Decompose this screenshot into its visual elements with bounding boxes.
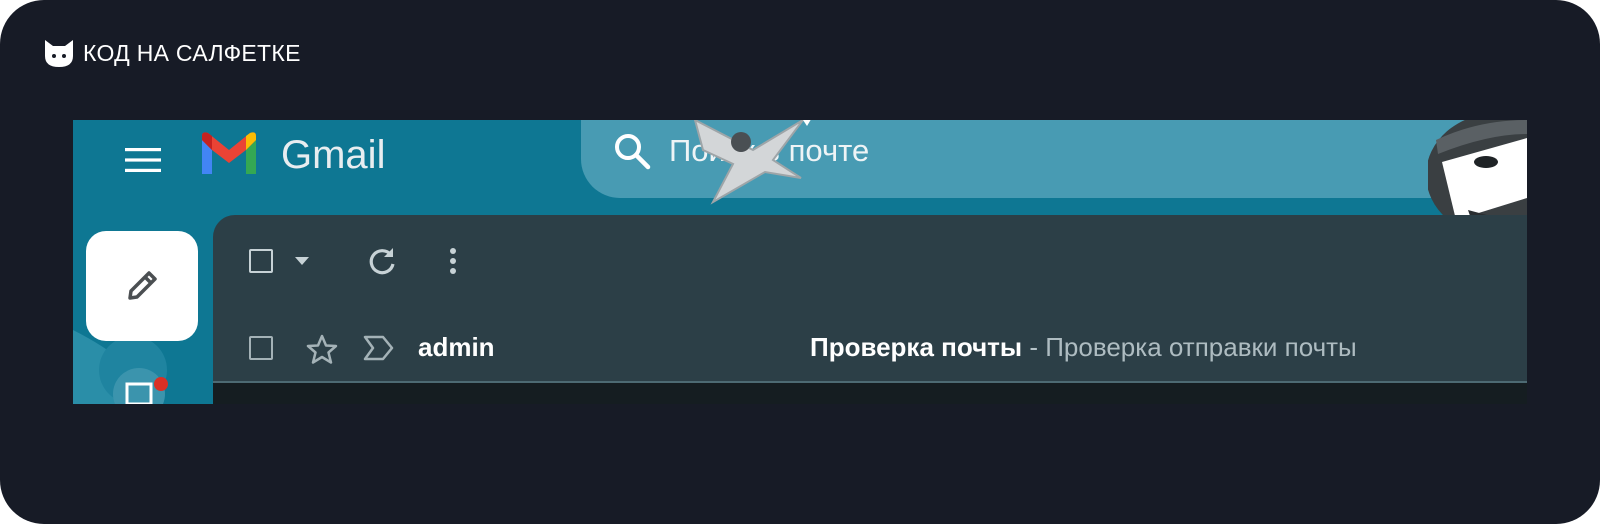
pencil-icon	[128, 271, 157, 300]
gmail-logo-icon[interactable]	[198, 130, 260, 178]
message-subject: Проверка почты	[810, 332, 1023, 362]
cat-icon	[45, 40, 73, 67]
gmail-screenshot: Gmail Поиск в почте	[73, 120, 1527, 404]
theme-cross-decoration	[693, 120, 811, 205]
main-menu-button[interactable]	[123, 140, 163, 180]
caret-down-icon[interactable]	[294, 256, 310, 266]
message-summary: Проверка почты - Проверка отправки почты	[810, 332, 1357, 362]
hamburger-icon	[125, 148, 161, 172]
card-frame: КОД НА САЛФЕТКЕ Gmail П	[0, 0, 1600, 524]
more-vert-icon[interactable]	[448, 245, 458, 277]
message-sender: admin	[418, 332, 495, 362]
compose-button[interactable]	[86, 231, 198, 341]
message-checkbox[interactable]	[249, 336, 273, 360]
list-below-area	[213, 383, 1527, 404]
mail-list-panel: admin Проверка почты - Проверка отправки…	[213, 215, 1527, 404]
message-separator: -	[1022, 332, 1046, 362]
message-row[interactable]: admin Проверка почты - Проверка отправки…	[213, 315, 1527, 385]
search-icon[interactable]	[611, 130, 653, 172]
refresh-icon[interactable]	[366, 245, 398, 277]
star-icon[interactable]	[306, 334, 338, 364]
brand: КОД НА САЛФЕТКЕ	[43, 38, 301, 68]
inbox-icon[interactable]	[111, 368, 173, 404]
message-snippet: Проверка отправки почты	[1045, 332, 1357, 362]
important-marker-icon[interactable]	[363, 335, 395, 361]
select-all-checkbox[interactable]	[249, 249, 273, 273]
brand-name: КОД НА САЛФЕТКЕ	[83, 39, 301, 66]
gmail-wordmark: Gmail	[281, 133, 386, 177]
